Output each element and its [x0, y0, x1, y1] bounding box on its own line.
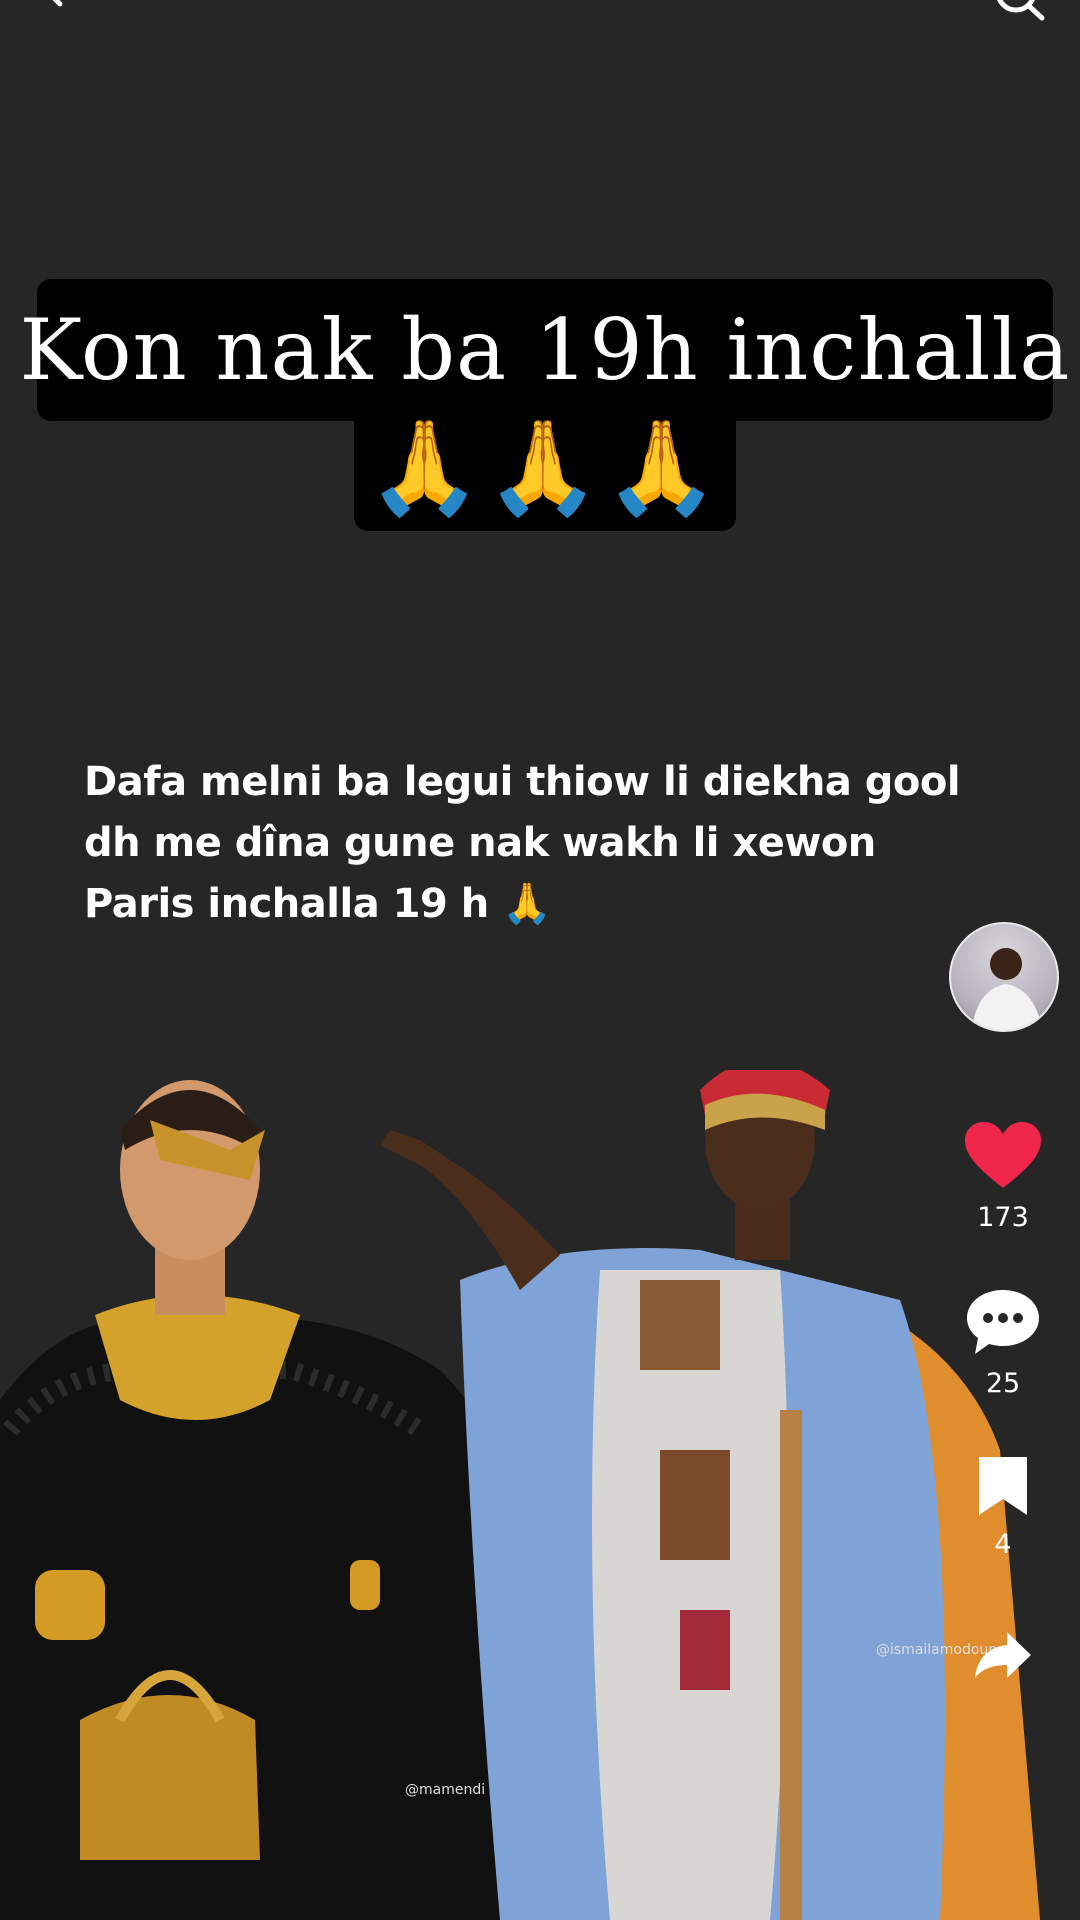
comment-count: 25	[985, 1368, 1021, 1399]
bookmark-action[interactable]: 4	[948, 1455, 1058, 1560]
share-action[interactable]	[948, 1630, 1058, 1684]
video-photo: @mamendi @ismailamodoun	[0, 1060, 1080, 1920]
back-button[interactable]	[30, 0, 80, 20]
bookmark-count: 4	[994, 1529, 1012, 1560]
search-icon	[997, 0, 1045, 21]
back-icon	[52, 0, 63, 7]
description-line-2: dh me dîna gune nak wakh li xewon	[84, 820, 876, 866]
like-action[interactable]: 173	[948, 1122, 1058, 1233]
comment-icon	[967, 1290, 1039, 1354]
top-bar	[0, 0, 1080, 40]
heart-icon	[965, 1122, 1041, 1188]
caption-line-1: Kon nak ba 19h inchalla	[19, 301, 1071, 399]
search-button[interactable]	[990, 0, 1050, 24]
like-count: 173	[977, 1202, 1029, 1233]
video-description: Dafa melni ba legui thiow li diekha gool…	[84, 752, 984, 935]
description-line-3: Paris inchalla 19 h 🙏	[84, 881, 552, 927]
caption-overlay: Kon nak ba 19h inchalla	[20, 279, 1069, 421]
watermark-left: @mamendi	[405, 1782, 486, 1798]
caption-overlay-2: 🙏🙏🙏	[354, 405, 736, 531]
description-line-1: Dafa melni ba legui thiow li diekha gool	[84, 759, 961, 805]
share-icon	[975, 1632, 1031, 1678]
avatar-image	[971, 948, 1043, 1030]
creator-avatar[interactable]	[949, 922, 1059, 1032]
caption-line-2: 🙏🙏🙏	[367, 414, 723, 521]
bookmark-icon	[979, 1457, 1027, 1515]
comment-action[interactable]: 25	[948, 1288, 1058, 1399]
people-illustration	[0, 1060, 1040, 1920]
